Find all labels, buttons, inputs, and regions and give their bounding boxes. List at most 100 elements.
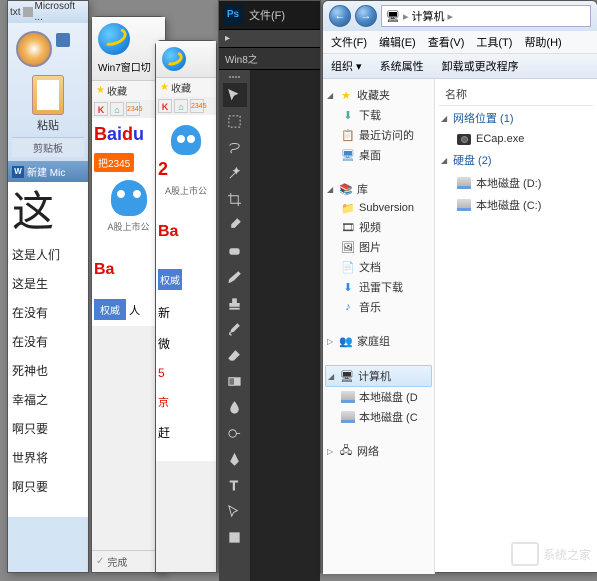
- nav-favorites[interactable]: ◢★收藏夹: [325, 85, 432, 105]
- office-button[interactable]: [16, 31, 52, 67]
- forward-button[interactable]: →: [355, 5, 377, 27]
- chevron-right-icon[interactable]: ▸: [403, 10, 409, 23]
- page-line[interactable]: 微: [158, 335, 214, 352]
- bookmark-2345-icon[interactable]: 2345: [126, 102, 140, 116]
- nav-pictures[interactable]: 🖼图片: [325, 237, 432, 257]
- wand-tool[interactable]: [223, 161, 247, 185]
- eyedropper-tool[interactable]: [223, 213, 247, 237]
- marquee-tool[interactable]: [223, 109, 247, 133]
- ps-canvas[interactable]: [251, 70, 320, 581]
- nav-network[interactable]: ▷🖧网络: [325, 441, 432, 461]
- ie-tab-title[interactable]: Win7窗口切: [96, 57, 161, 76]
- address-bar[interactable]: 🖥 ▸ 计算机 ▸: [381, 5, 591, 27]
- explorer-window: ← → 🖥 ▸ 计算机 ▸ 文件(F) 编辑(E) 查看(V) 工具(T) 帮助…: [322, 0, 597, 573]
- ps-document-tab[interactable]: Win8之: [219, 48, 320, 70]
- nav-recent[interactable]: 📋最近访问的: [325, 125, 432, 145]
- doc-line: 啊只要: [12, 478, 84, 495]
- path-tool[interactable]: [223, 499, 247, 523]
- dodge-tool[interactable]: [223, 421, 247, 445]
- pen-tool[interactable]: [223, 447, 247, 471]
- 2345-button[interactable]: 把2345: [94, 153, 134, 172]
- gradient-tool[interactable]: [223, 369, 247, 393]
- collapse-icon: ◢: [441, 114, 449, 123]
- page-line[interactable]: 5: [158, 366, 214, 380]
- paste-button[interactable]: 粘贴: [12, 71, 84, 137]
- baidu-short[interactable]: Ba: [94, 261, 163, 279]
- nav-subversion[interactable]: 📁Subversion: [325, 199, 432, 217]
- system-properties-button[interactable]: 系统属性: [380, 58, 424, 74]
- bookmark-2345-icon[interactable]: 2345: [190, 99, 204, 113]
- move-tool[interactable]: [223, 83, 247, 107]
- nav-music[interactable]: ♪音乐: [325, 297, 432, 317]
- computer-icon: 🖥: [340, 369, 354, 383]
- lasso-tool[interactable]: [223, 135, 247, 159]
- organize-button[interactable]: 组织 ▾: [331, 58, 362, 74]
- history-brush-tool[interactable]: [223, 317, 247, 341]
- toolbar-handle[interactable]: [226, 76, 244, 79]
- column-name-header[interactable]: 名称: [439, 83, 593, 106]
- nav-computer[interactable]: ◢🖥计算机: [325, 365, 432, 387]
- file-disk-d[interactable]: 本地磁盘 (D:): [439, 172, 593, 194]
- crop-tool[interactable]: [223, 187, 247, 211]
- nav-disk-c[interactable]: 本地磁盘 (C: [325, 407, 432, 427]
- back-button[interactable]: ←: [329, 5, 351, 27]
- baidu-short[interactable]: Ba: [158, 223, 214, 241]
- nav-xunlei[interactable]: ⬇迅雷下载: [325, 277, 432, 297]
- ps-body: T: [219, 70, 320, 581]
- disk-icon: [341, 411, 355, 423]
- bookmark-k-icon[interactable]: K: [94, 102, 108, 116]
- menu-help[interactable]: 帮助(H): [524, 34, 561, 50]
- ie-logo-icon[interactable]: [98, 23, 130, 55]
- blur-tool[interactable]: [223, 395, 247, 419]
- document-tab[interactable]: W 新建 Mic: [8, 161, 88, 182]
- chevron-right-icon[interactable]: ▸: [448, 10, 454, 23]
- octopus-icon[interactable]: [111, 180, 147, 216]
- page-line[interactable]: 赶: [158, 424, 214, 441]
- doc-line: 这是人们: [12, 246, 84, 263]
- explorer-content[interactable]: 名称 ◢网络位置 (1) ECap.exe ◢硬盘 (2) 本地磁盘 (D:) …: [435, 79, 597, 574]
- baidu-logo[interactable]: Baidu: [94, 124, 163, 145]
- bookmark-home-icon[interactable]: ⌂: [110, 102, 124, 116]
- menu-file[interactable]: 文件(F): [331, 34, 367, 50]
- ps-file-menu[interactable]: 文件(F): [249, 7, 285, 23]
- ie-logo-icon[interactable]: [162, 47, 186, 71]
- eraser-tool[interactable]: [223, 343, 247, 367]
- file-ecap[interactable]: ECap.exe: [439, 130, 593, 148]
- word-titlebar[interactable]: txt Microsoft ...: [8, 1, 88, 23]
- xunlei-icon: ⬇: [341, 280, 355, 294]
- stamp-tool[interactable]: [223, 291, 247, 315]
- nav-downloads[interactable]: ⬇下载: [325, 105, 432, 125]
- menu-tools[interactable]: 工具(T): [476, 34, 512, 50]
- nav-documents[interactable]: 📄文档: [325, 257, 432, 277]
- brush-tool[interactable]: [223, 265, 247, 289]
- menu-edit[interactable]: 编辑(E): [379, 34, 416, 50]
- nav-library[interactable]: ◢📚库: [325, 179, 432, 199]
- page-line[interactable]: 京: [158, 394, 214, 410]
- shape-tool[interactable]: [223, 525, 247, 549]
- page-line[interactable]: 新: [158, 304, 214, 321]
- type-tool[interactable]: T: [223, 473, 247, 497]
- explorer-titlebar[interactable]: ← → 🖥 ▸ 计算机 ▸: [323, 1, 597, 31]
- file-disk-c[interactable]: 本地磁盘 (C:): [439, 194, 593, 216]
- bookmark-home-icon[interactable]: ⌂: [174, 99, 188, 113]
- bookmark-k-icon[interactable]: K: [158, 99, 172, 113]
- doc-line: 在没有: [12, 333, 84, 350]
- ps-options-bar[interactable]: ▸: [219, 30, 320, 48]
- nav-homegroup[interactable]: ▷👥家庭组: [325, 331, 432, 351]
- group-network-location[interactable]: ◢网络位置 (1): [439, 106, 593, 130]
- group-hdd[interactable]: ◢硬盘 (2): [439, 148, 593, 172]
- document-body[interactable]: 这 这是人们 这是生 在没有 在没有 死神也 幸福之 啊只要 世界将 啊只要: [8, 182, 88, 517]
- nav-desktop[interactable]: 🖥桌面: [325, 145, 432, 165]
- save-icon[interactable]: [56, 33, 70, 47]
- uninstall-button[interactable]: 卸载或更改程序: [442, 58, 519, 74]
- healing-tool[interactable]: [223, 239, 247, 263]
- doc-tab-label: 新建 Mic: [27, 164, 65, 179]
- network-icon: 🖧: [339, 444, 353, 458]
- nav-video[interactable]: 🎞视频: [325, 217, 432, 237]
- recent-icon: 📋: [341, 128, 355, 142]
- octopus-icon[interactable]: [171, 125, 201, 155]
- menu-view[interactable]: 查看(V): [428, 34, 465, 50]
- favorites-bar[interactable]: ★收藏: [156, 78, 216, 97]
- nav-disk-d[interactable]: 本地磁盘 (D: [325, 387, 432, 407]
- ps-titlebar[interactable]: Ps 文件(F): [219, 1, 320, 30]
